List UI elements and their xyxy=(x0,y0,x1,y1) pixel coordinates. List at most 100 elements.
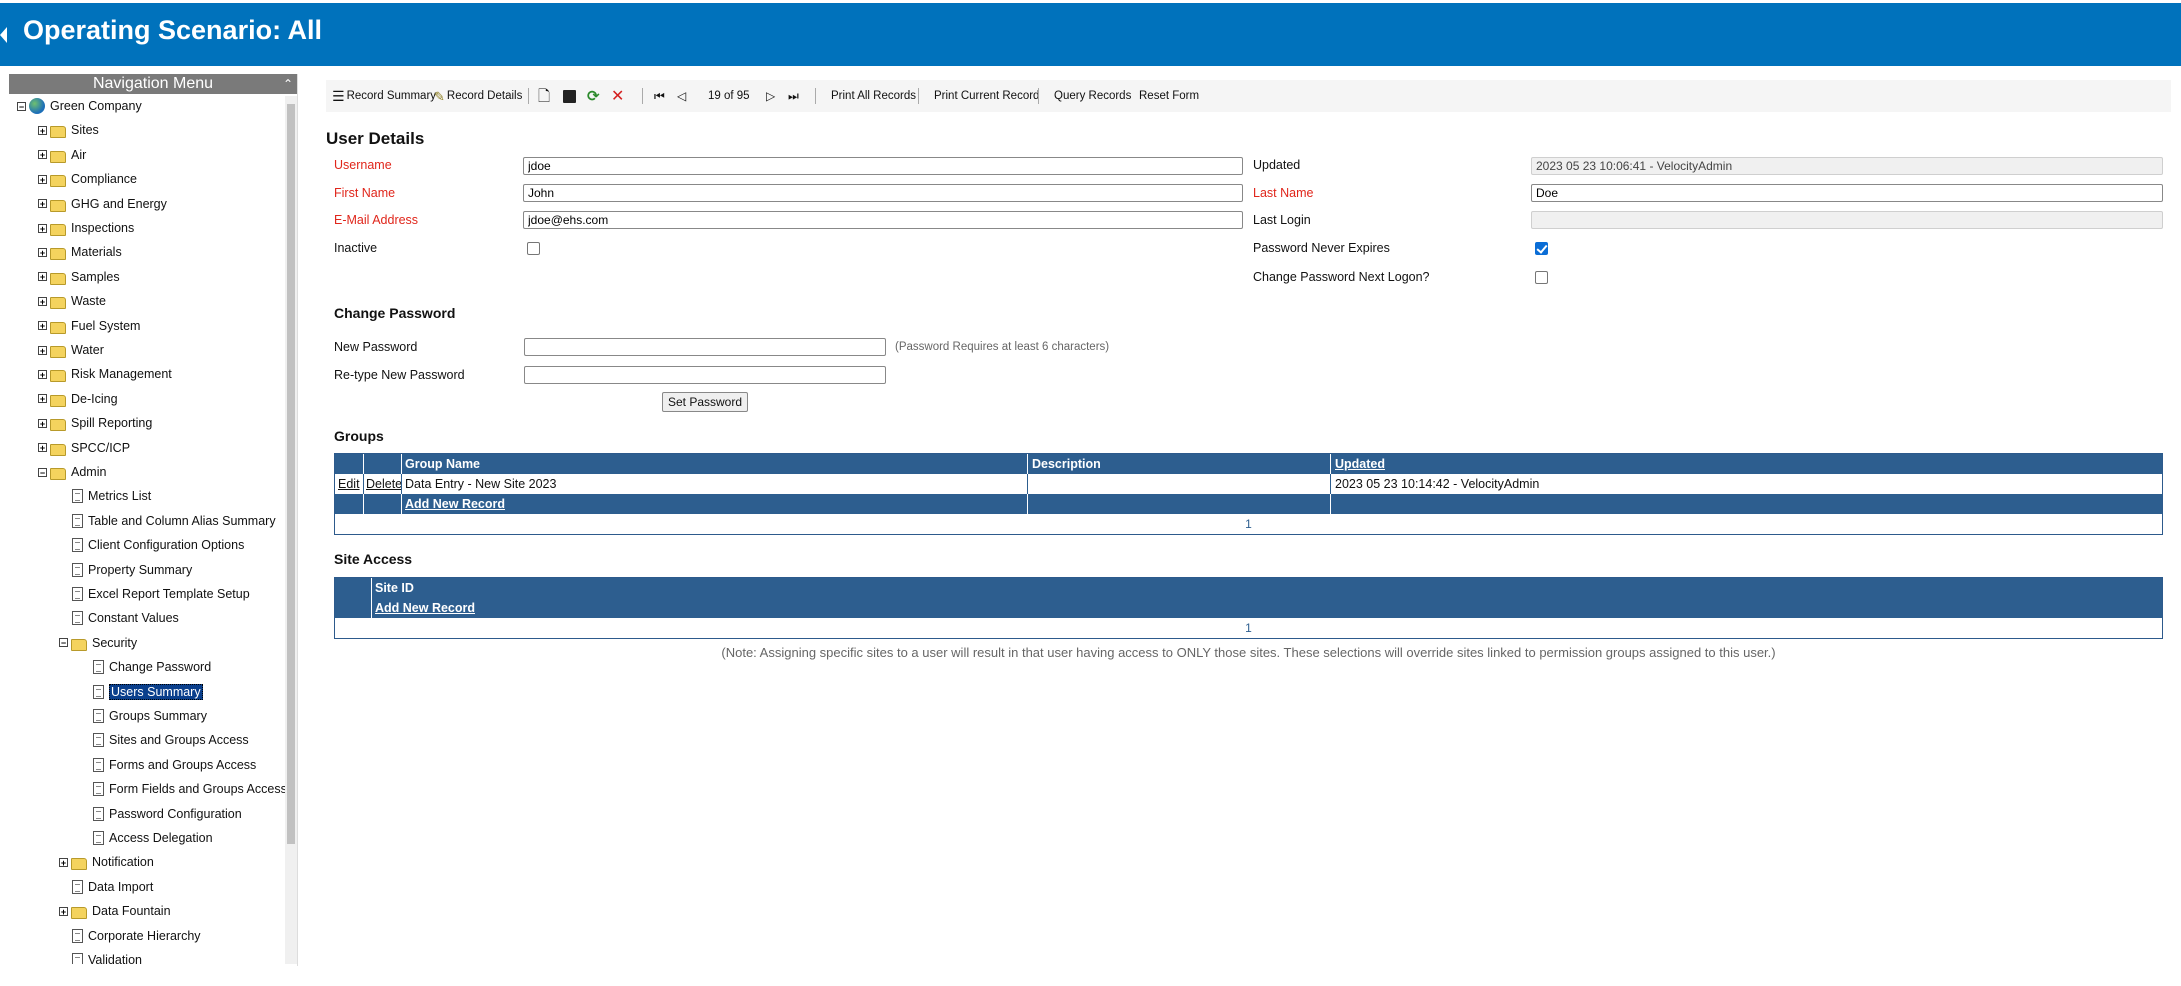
collapse-arrow-icon[interactable] xyxy=(0,27,7,43)
expand-icon[interactable]: + xyxy=(38,125,47,135)
email-input[interactable] xyxy=(523,211,1243,229)
nav-folder[interactable]: + Water xyxy=(38,340,104,360)
nav-item[interactable]: Sites and Groups Access xyxy=(80,730,249,750)
print-all-records-button[interactable]: Print All Records xyxy=(831,80,916,112)
record-details-button[interactable]: ✎ Record Details xyxy=(434,80,522,112)
save-button[interactable] xyxy=(563,80,576,112)
edit-link[interactable]: Edit xyxy=(338,474,360,494)
nav-folder-security[interactable]: − Security xyxy=(59,633,137,653)
expand-icon[interactable]: + xyxy=(38,247,47,257)
record-summary-button[interactable]: ☰ Record Summary xyxy=(332,80,436,112)
last-record-button[interactable]: ⏭ xyxy=(788,80,799,112)
expand-icon[interactable]: + xyxy=(38,174,47,184)
nav-folder[interactable]: + Waste xyxy=(38,291,106,311)
expand-icon[interactable]: + xyxy=(38,272,47,282)
new-record-button[interactable]: 🗋 xyxy=(538,80,550,112)
record-position: 19 of 95 xyxy=(708,90,750,102)
groups-add-new-record-link[interactable]: Add New Record xyxy=(405,494,505,514)
expand-icon[interactable]: + xyxy=(38,296,47,306)
nav-folder[interactable]: + GHG and Energy xyxy=(38,194,167,214)
delete-button[interactable]: ✕ xyxy=(611,80,624,112)
nav-scroll-thumb[interactable] xyxy=(287,104,295,844)
nav-item[interactable]: Form Fields and Groups Access xyxy=(80,779,285,799)
last-name-input[interactable] xyxy=(1531,184,2163,202)
expand-icon[interactable]: + xyxy=(38,394,47,404)
previous-record-button[interactable]: ◁ xyxy=(677,80,686,112)
first-name-input[interactable] xyxy=(523,184,1243,202)
nav-item[interactable]: Validation xyxy=(59,950,142,964)
updated-header-sort[interactable]: Updated xyxy=(1335,454,1385,474)
nav-item[interactable]: Forms and Groups Access xyxy=(80,755,256,775)
expand-icon[interactable]: + xyxy=(38,199,47,209)
nav-item[interactable]: Metrics List xyxy=(59,486,151,506)
nav-folder[interactable]: + Compliance xyxy=(38,169,137,189)
nav-item[interactable]: Client Configuration Options xyxy=(59,535,244,555)
nav-folder[interactable]: + Inspections xyxy=(38,218,134,238)
nav-scrollbar[interactable] xyxy=(285,96,297,964)
nav-folder[interactable]: + De-Icing xyxy=(38,389,118,409)
nav-item[interactable]: Data Import xyxy=(59,877,153,897)
first-record-button[interactable]: ⏮ xyxy=(654,80,665,112)
nav-folder[interactable]: + Data Fountain xyxy=(59,901,171,921)
expand-icon[interactable]: + xyxy=(38,150,47,160)
nav-item[interactable]: Access Delegation xyxy=(80,828,213,848)
nav-folder[interactable]: + Notification xyxy=(59,852,154,872)
nav-folder[interactable]: + Risk Management xyxy=(38,364,172,384)
next-record-button[interactable]: ▷ xyxy=(766,80,775,112)
nav-item-label: Access Delegation xyxy=(109,831,213,845)
change-password-next-logon-checkbox[interactable] xyxy=(1535,271,1548,284)
site-access-page-link[interactable]: 1 xyxy=(335,618,2162,638)
nav-item[interactable]: Excel Report Template Setup xyxy=(59,584,250,604)
nav-folder[interactable]: + Materials xyxy=(38,242,122,262)
nav-folder[interactable]: + Air xyxy=(38,145,86,165)
groups-page-link[interactable]: 1 xyxy=(335,514,2162,534)
delete-link[interactable]: Delete xyxy=(366,474,402,494)
nav-folder[interactable]: + Fuel System xyxy=(38,316,140,336)
password-never-expires-checkbox[interactable] xyxy=(1535,242,1548,255)
nav-item-label: Corporate Hierarchy xyxy=(88,928,201,943)
nav-item[interactable]: Users Summary xyxy=(80,682,203,702)
nav-root-green-company[interactable]: − Green Company xyxy=(17,96,142,116)
expand-icon[interactable]: + xyxy=(38,443,47,453)
inactive-checkbox[interactable] xyxy=(527,242,540,255)
nav-folder[interactable]: + Sites xyxy=(38,120,99,140)
expand-icon[interactable]: + xyxy=(38,321,47,331)
query-records-button[interactable]: Query Records xyxy=(1054,80,1131,112)
expand-icon[interactable]: + xyxy=(38,369,47,379)
site-access-add-new-record-link[interactable]: Add New Record xyxy=(375,598,475,618)
site-access-header-row: Site ID xyxy=(335,578,2162,598)
refresh-button[interactable]: ⟳ xyxy=(587,80,600,112)
nav-folder-admin[interactable]: − Admin xyxy=(38,462,106,482)
expand-icon[interactable]: + xyxy=(38,223,47,233)
nav-item[interactable]: Groups Summary xyxy=(80,706,207,726)
expand-icon[interactable]: + xyxy=(59,857,68,867)
nav-item[interactable]: Property Summary xyxy=(59,560,192,580)
expand-icon[interactable]: + xyxy=(59,906,68,916)
collapse-icon[interactable]: − xyxy=(17,101,26,111)
expand-icon[interactable]: + xyxy=(38,418,47,428)
first-name-label: First Name xyxy=(334,186,396,200)
nav-item[interactable]: Password Configuration xyxy=(80,804,242,824)
username-input[interactable] xyxy=(523,157,1243,175)
set-password-button[interactable]: Set Password xyxy=(662,392,748,412)
nav-item[interactable]: Corporate Hierarchy xyxy=(59,926,201,946)
nav-item-label: Property Summary xyxy=(88,562,193,577)
reset-form-button[interactable]: Reset Form xyxy=(1139,80,1199,112)
document-icon xyxy=(93,733,104,748)
expand-icon[interactable]: + xyxy=(38,345,47,355)
retype-password-input[interactable] xyxy=(524,366,886,384)
group-name-cell: Data Entry - New Site 2023 xyxy=(405,477,557,491)
nav-folder[interactable]: + SPCC/ICP xyxy=(38,438,130,458)
nav-item[interactable]: Table and Column Alias Summary xyxy=(59,511,276,531)
print-current-record-button[interactable]: Print Current Record xyxy=(934,80,1039,112)
nav-folder[interactable]: + Spill Reporting xyxy=(38,413,152,433)
nav-item[interactable]: Change Password xyxy=(80,657,211,677)
new-password-input[interactable] xyxy=(524,338,886,356)
document-icon xyxy=(72,513,83,528)
nav-folder[interactable]: + Samples xyxy=(38,267,120,287)
collapse-nav-icon[interactable]: ⌃ xyxy=(283,74,293,94)
nav-item-label: Green Company xyxy=(50,99,142,113)
collapse-icon[interactable]: − xyxy=(59,638,68,648)
nav-item[interactable]: Constant Values xyxy=(59,608,179,628)
collapse-icon[interactable]: − xyxy=(38,467,47,477)
